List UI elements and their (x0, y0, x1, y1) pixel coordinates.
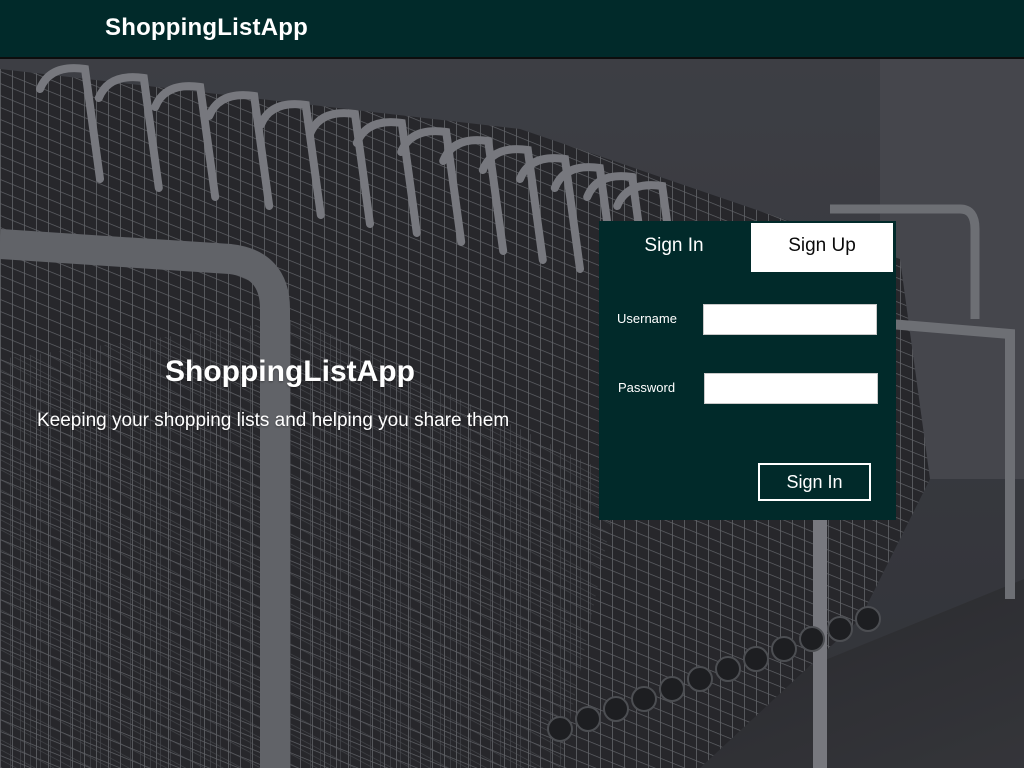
page: ShoppingListApp ShoppingListApp Keeping … (0, 0, 1024, 768)
username-label: Username (617, 311, 677, 326)
auth-panel: Sign In Sign Up Username Password Sign I… (599, 221, 896, 520)
password-input[interactable] (704, 373, 878, 404)
username-input[interactable] (703, 304, 877, 335)
hero-title: ShoppingListApp (165, 355, 415, 388)
hero-tagline: Keeping your shopping lists and helping … (37, 410, 510, 431)
sign-in-button[interactable]: Sign In (758, 463, 871, 501)
password-label: Password (618, 380, 676, 395)
tab-sign-in[interactable]: Sign In (599, 223, 749, 272)
tab-sign-up[interactable]: Sign Up (751, 223, 893, 272)
top-navbar: ShoppingListApp (0, 0, 1024, 59)
navbar-brand[interactable]: ShoppingListApp (105, 14, 308, 42)
